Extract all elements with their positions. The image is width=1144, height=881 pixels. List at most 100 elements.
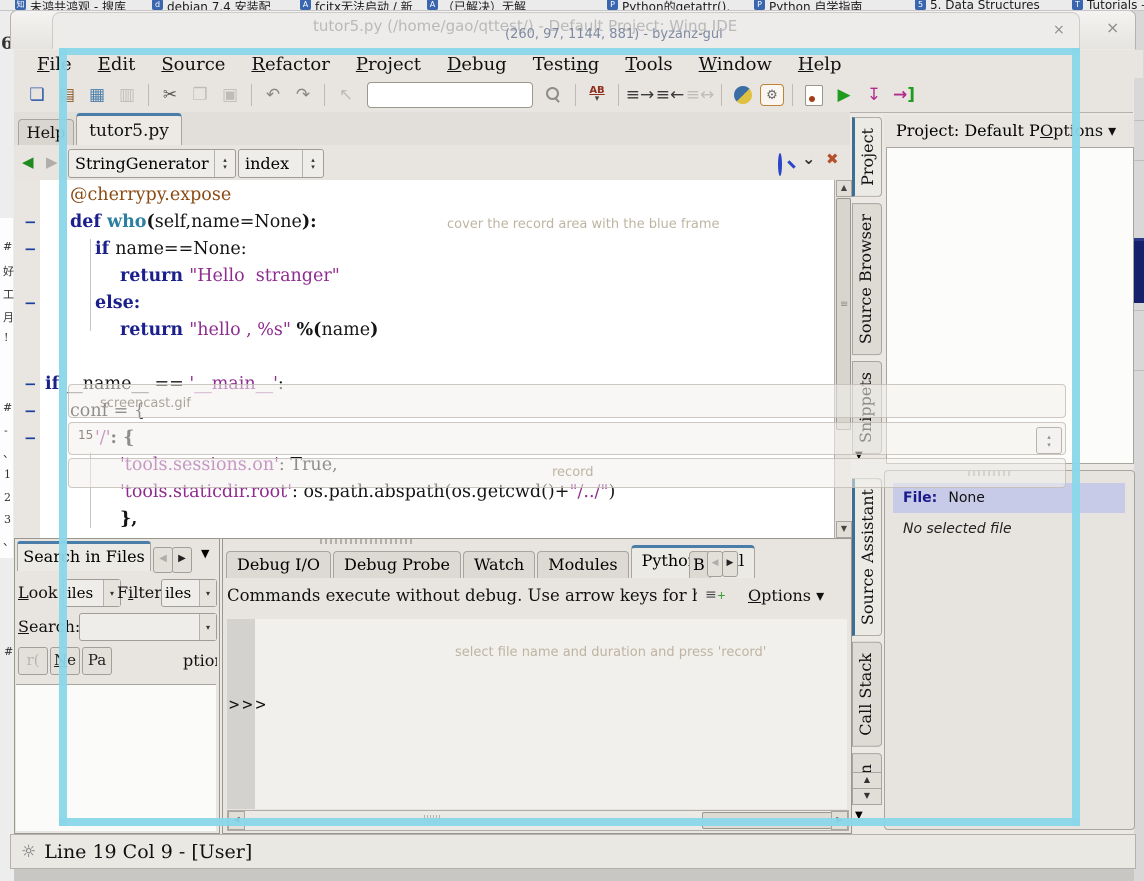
fold-collapse-icon[interactable]: − [24, 215, 38, 229]
vtab-source-browser[interactable]: Source Browser [852, 203, 882, 355]
code-line[interactable]: return "Hello stranger" [40, 263, 832, 290]
run-icon[interactable]: ▶ [831, 83, 857, 107]
configure-icon[interactable]: ⚙ [760, 84, 784, 106]
vtabs-up-icon[interactable]: ▲ [852, 772, 882, 789]
panel-tab-left-icon[interactable]: ◀ [153, 547, 173, 573]
tab-tutor5[interactable]: tutor5.py [76, 113, 182, 148]
tabs-scroll-right-icon[interactable]: ▶ [722, 551, 738, 577]
indent-match-icon[interactable]: ≡↔ [687, 83, 713, 107]
code-line[interactable]: }, [40, 506, 832, 533]
capture-frame-left[interactable] [59, 48, 67, 826]
tab-search-in-files[interactable]: Search in Files [17, 541, 151, 571]
splitter-grip[interactable] [320, 539, 412, 544]
spinner-arrows-icon[interactable]: ▴▾ [302, 150, 323, 177]
code-line[interactable]: return "hello , %s" %(name) [40, 317, 832, 344]
menu-tools[interactable]: Tools [612, 54, 685, 75]
scroll-down-icon[interactable]: ▼ [836, 521, 852, 538]
vtabs-down-icon[interactable]: ▼ [852, 788, 882, 805]
browser-tab[interactable]: Afcitx无法启动 / 新 [300, 0, 413, 11]
python-environment-icon[interactable] [730, 83, 756, 107]
search-button-pa[interactable]: Pa [82, 647, 112, 675]
indent-left-icon[interactable]: ≡← [657, 83, 683, 107]
search-icon[interactable] [541, 83, 567, 107]
key-icon[interactable] [778, 153, 782, 176]
close-editor-icon[interactable]: ✖ [826, 150, 839, 168]
search-combobox[interactable]: ▾ [79, 613, 217, 641]
search-button-r[interactable]: r( [18, 647, 48, 675]
byzanz-close-icon[interactable]: × [1053, 22, 1065, 38]
open-folder-icon[interactable]: ▤ [54, 83, 80, 107]
filter-combobox[interactable]: iles ▾ [161, 579, 217, 607]
shell-options-button[interactable]: Options ▾ [748, 586, 824, 605]
tab-modules[interactable]: Modules [537, 551, 628, 578]
tab-debug-i-o[interactable]: Debug I/O [226, 551, 331, 578]
browser-tab[interactable]: A（已解决）无解 [427, 0, 526, 11]
menu-project[interactable]: Project [343, 54, 434, 75]
debug-to-cursor-icon[interactable]: ↧ [861, 83, 887, 107]
menu-source[interactable]: Source [148, 54, 238, 75]
toolbar-search-input[interactable] [367, 82, 533, 108]
menu-refactor[interactable]: Refactor [238, 54, 342, 75]
code-line[interactable]: else: [40, 290, 832, 317]
scope-combobox[interactable]: StringGenerator ▴▾ [68, 149, 236, 178]
menu-help[interactable]: Help [785, 54, 855, 75]
tab-watch[interactable]: Watch [463, 551, 535, 578]
capture-frame-top[interactable] [59, 48, 1080, 55]
tab-debug-probe[interactable]: Debug Probe [333, 551, 461, 578]
spinner-arrows-icon[interactable]: ▴▾ [1036, 427, 1062, 454]
search-results-area[interactable] [16, 684, 216, 831]
code-fold-gutter[interactable]: −−−−−− [14, 180, 40, 538]
history-back-icon[interactable]: ◀ [22, 153, 34, 171]
scroll-up-icon[interactable]: ▲ [836, 180, 852, 197]
undo-icon[interactable]: ↶ [260, 83, 286, 107]
browser-tab[interactable]: 55. Data Structures [915, 0, 1040, 11]
breakpoint-icon[interactable] [801, 83, 827, 107]
indent-right-icon[interactable]: ≡→ [627, 83, 653, 107]
save-all-icon[interactable]: ▥ [114, 83, 140, 107]
search-options-label-clipped[interactable]: ptions [183, 651, 217, 670]
code-line[interactable]: @cherrypy.expose [40, 182, 832, 209]
browser-tab[interactable]: ddebian 7.4 安装配 [152, 0, 271, 11]
fold-collapse-icon[interactable]: − [24, 242, 38, 256]
chevron-down-icon[interactable]: ▾ [199, 580, 216, 606]
wing-close-icon[interactable]: × [1106, 18, 1119, 37]
member-combobox[interactable]: index ▴▾ [238, 149, 324, 178]
look-in-combobox[interactable]: iles ▾ [63, 579, 121, 607]
save-icon[interactable]: ▦ [84, 83, 110, 107]
menu-debug[interactable]: Debug [434, 54, 520, 75]
chevron-down-icon[interactable]: ▾ [199, 614, 216, 640]
capture-frame-bottom[interactable] [59, 818, 1080, 826]
code-line[interactable] [40, 344, 832, 371]
cut-icon[interactable]: ✂ [157, 83, 183, 107]
tabs-scroll-left-icon[interactable]: ◀ [707, 551, 723, 577]
fold-collapse-icon[interactable]: − [24, 377, 38, 391]
new-file-icon[interactable]: ❏ [24, 83, 50, 107]
byzanz-duration-field[interactable] [68, 422, 1066, 455]
step-into-icon[interactable]: →] [891, 83, 917, 107]
browser-tab[interactable]: PPython 自学指南 [754, 0, 862, 11]
goto-selection-icon[interactable]: ↖ [333, 83, 359, 107]
spinner-arrows-icon[interactable]: ▴▾ [214, 150, 235, 177]
redo-icon[interactable]: ↷ [290, 83, 316, 107]
vtab-call-stack[interactable]: Call Stack [852, 642, 882, 747]
panel-menu-icon[interactable]: ▼ [201, 547, 209, 560]
panel-tab-right-icon[interactable]: ▶ [172, 547, 192, 573]
copy-icon[interactable]: ❐ [187, 83, 213, 107]
menu-testing[interactable]: Testing [520, 54, 613, 75]
history-forward-icon[interactable]: ▶ [46, 153, 58, 171]
menu-file[interactable]: File [24, 54, 85, 75]
fold-collapse-icon[interactable]: − [24, 431, 38, 445]
vtab-project[interactable]: Project [852, 117, 882, 197]
capture-frame-right[interactable] [1072, 48, 1080, 826]
replace-icon[interactable]: AB▾ [584, 83, 610, 107]
shell-prompt-icon[interactable]: ≡+ [705, 587, 726, 603]
paste-icon[interactable]: ▣ [217, 83, 243, 107]
browser-tab[interactable]: TTutorials — [1072, 0, 1144, 11]
fold-collapse-icon[interactable]: − [24, 404, 38, 418]
browser-tab[interactable]: PPython的getattr(), [607, 0, 730, 11]
vtab-source-assistant[interactable]: Source Assistant [852, 478, 882, 636]
code-line[interactable]: if name==None: [40, 236, 832, 263]
menu-window[interactable]: Window [686, 54, 785, 75]
menu-edit[interactable]: Edit [85, 54, 149, 75]
browser-tab[interactable]: 知未鸿共鸿观 - 搜库 [15, 0, 126, 11]
